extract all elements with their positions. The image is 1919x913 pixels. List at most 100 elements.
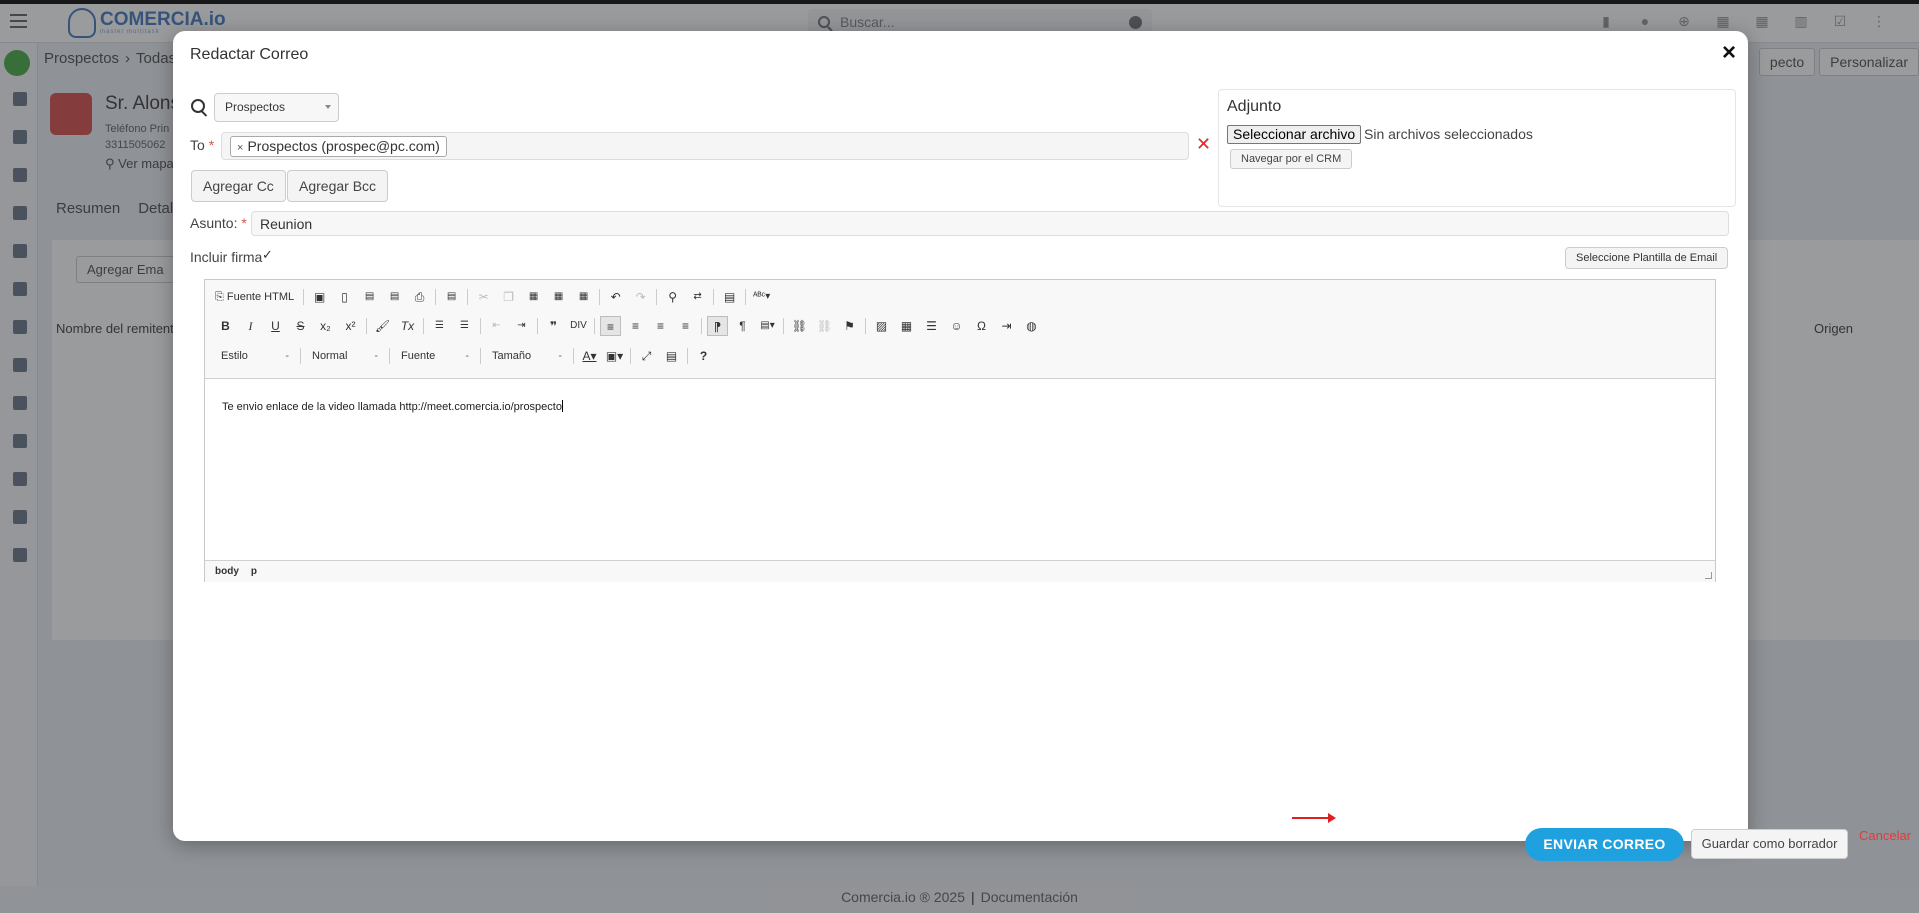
horizontal-line-icon[interactable]: ☰: [921, 316, 942, 336]
paste-word-icon[interactable]: ▦: [573, 287, 594, 307]
outdent-icon[interactable]: ⇤: [486, 316, 507, 336]
search-icon[interactable]: [191, 99, 205, 113]
table-icon[interactable]: ▦: [896, 316, 917, 336]
modal-title: Redactar Correo: [190, 46, 309, 63]
chevron-down-icon: [325, 105, 331, 109]
toolbar-separator: [573, 348, 574, 364]
copy-format-icon[interactable]: 🖌: [372, 316, 393, 336]
subject-label: Asunto: *: [190, 215, 247, 231]
help-icon[interactable]: ?: [693, 346, 714, 366]
attachment-title: Adjunto: [1227, 98, 1282, 115]
link-icon[interactable]: ⛓: [789, 316, 810, 336]
add-bcc-button[interactable]: Agregar Bcc: [287, 170, 389, 202]
spellcheck-icon[interactable]: ᴬᴮᶜ▾: [751, 287, 772, 307]
remove-recipient-icon[interactable]: ×: [237, 142, 243, 154]
language-icon[interactable]: ▤▾: [757, 316, 778, 336]
underline-icon[interactable]: U: [265, 316, 286, 336]
required-mark: *: [208, 137, 215, 153]
align-right-icon[interactable]: ≡: [650, 316, 671, 336]
rich-text-editor: ⎘ Fuente HTML ▣ ▯ ▤ ▤ ⎙ ▤ ✂ ❐ ▦ ▦ ▦ ↶ ↷ …: [204, 279, 1716, 582]
numbered-list-icon[interactable]: ☰: [429, 316, 450, 336]
templates-icon[interactable]: ▤: [441, 287, 462, 307]
browse-crm-button[interactable]: Navegar por el CRM: [1230, 149, 1353, 169]
parent-type-select[interactable]: Prospectos: [214, 93, 339, 122]
path-item-body[interactable]: body: [215, 566, 239, 577]
page-break-icon[interactable]: ⇥: [996, 316, 1017, 336]
toolbar-separator: [687, 348, 688, 364]
replace-icon[interactable]: ⇄: [687, 287, 708, 307]
source-html-label: Fuente HTML: [226, 290, 295, 303]
new-page-icon[interactable]: ▯: [334, 287, 355, 307]
resize-handle-icon[interactable]: [1705, 572, 1712, 579]
indent-icon[interactable]: ⇥: [511, 316, 532, 336]
strikethrough-icon[interactable]: S: [290, 316, 311, 336]
style-combo[interactable]: Estilo: [215, 346, 293, 366]
text-direction-ltr-icon[interactable]: ⁋: [707, 316, 728, 336]
path-item-p[interactable]: p: [251, 566, 257, 577]
size-combo[interactable]: Tamaño: [486, 346, 566, 366]
align-justify-icon[interactable]: ≡: [675, 316, 696, 336]
source-html-button[interactable]: ⎘ Fuente HTML: [215, 291, 294, 304]
copy-icon[interactable]: ❐: [498, 287, 519, 307]
italic-icon[interactable]: I: [240, 316, 261, 336]
text-direction-rtl-icon[interactable]: ¶: [732, 316, 753, 336]
create-div-icon[interactable]: DIV: [568, 316, 589, 336]
toolbar-row-2: B I U S x₂ x² 🖌 Tx ☰ ☰ ⇤ ⇥ ❞ DIV ≡ ≡ ≡ ≡…: [215, 315, 1046, 337]
editor-content-area[interactable]: Te envio enlace de la video llamada http…: [205, 380, 1715, 560]
source-html-icon: ⎘: [215, 290, 227, 303]
text-color-icon[interactable]: A▾: [579, 346, 600, 366]
toolbar-row-1: ⎘ Fuente HTML ▣ ▯ ▤ ▤ ⎙ ▤ ✂ ❐ ▦ ▦ ▦ ↶ ↷ …: [215, 286, 776, 308]
add-cc-button[interactable]: Agregar Cc: [191, 170, 286, 202]
editor-toolbar: ⎘ Fuente HTML ▣ ▯ ▤ ▤ ⎙ ▤ ✂ ❐ ▦ ▦ ▦ ↶ ↷ …: [205, 280, 1715, 379]
parent-type-value: Prospectos: [225, 100, 286, 114]
align-left-icon[interactable]: ≡: [600, 316, 621, 336]
find-icon[interactable]: ⚲: [662, 287, 683, 307]
toolbar-separator: [713, 289, 715, 305]
toolbar-separator: [303, 289, 305, 305]
anchor-flag-icon[interactable]: ⚑: [839, 316, 860, 336]
bulleted-list-icon[interactable]: ☰: [454, 316, 475, 336]
include-signature-checkbox[interactable]: ✓: [262, 247, 273, 263]
iframe-globe-icon[interactable]: ◍: [1021, 316, 1042, 336]
select-all-icon[interactable]: ▤: [719, 287, 740, 307]
compose-email-modal: Redactar Correo × Prospectos To * × Prosp…: [173, 31, 1911, 861]
preview-icon[interactable]: ▤: [384, 287, 405, 307]
bold-icon[interactable]: B: [215, 316, 236, 336]
cancel-link[interactable]: Cancelar: [1859, 828, 1911, 843]
toolbar-separator: [537, 318, 538, 334]
toolbar-row-3: Estilo Normal Fuente Tamaño A▾ ▣▾ ⤢ ▤ ?: [215, 345, 718, 367]
email-body-text: Te envio enlace de la video llamada http…: [222, 401, 562, 413]
cut-icon[interactable]: ✂: [473, 287, 494, 307]
align-center-icon[interactable]: ≡: [625, 316, 646, 336]
font-combo[interactable]: Fuente: [395, 346, 473, 366]
choose-file-button[interactable]: Seleccionar archivo: [1227, 125, 1362, 144]
maximize-icon[interactable]: ⤢: [636, 346, 657, 366]
close-icon[interactable]: ×: [1722, 41, 1736, 65]
toolbar-separator: [366, 318, 367, 334]
select-template-button[interactable]: Seleccione Plantilla de Email: [1565, 247, 1729, 269]
clear-recipients-icon[interactable]: ✕: [1196, 135, 1211, 153]
smiley-icon[interactable]: ☺: [946, 316, 967, 336]
format-combo[interactable]: Normal: [306, 346, 382, 366]
send-email-button[interactable]: ENVIAR CORREO: [1525, 828, 1684, 861]
paste-icon[interactable]: ▦: [523, 287, 544, 307]
remove-format-icon[interactable]: Tx: [397, 316, 418, 336]
superscript-icon[interactable]: x²: [340, 316, 361, 336]
special-char-icon[interactable]: Ω: [971, 316, 992, 336]
undo-icon[interactable]: ↶: [605, 287, 626, 307]
toolbar-separator: [701, 318, 702, 334]
unlink-icon[interactable]: ⛓: [814, 316, 835, 336]
paste-text-icon[interactable]: ▦: [548, 287, 569, 307]
to-recipients-field[interactable]: × Prospectos (prospec@pc.com): [221, 132, 1189, 160]
show-blocks-icon[interactable]: ▤: [661, 346, 682, 366]
background-color-icon[interactable]: ▣▾: [604, 346, 625, 366]
redo-icon[interactable]: ↷: [630, 287, 651, 307]
print-icon[interactable]: ⎙: [409, 287, 430, 307]
export-pdf-icon[interactable]: ▤: [359, 287, 380, 307]
save-icon[interactable]: ▣: [309, 287, 330, 307]
subscript-icon[interactable]: x₂: [315, 316, 336, 336]
save-draft-button[interactable]: Guardar como borrador: [1691, 829, 1848, 859]
image-icon[interactable]: ▨: [871, 316, 892, 336]
blockquote-icon[interactable]: ❞: [543, 316, 564, 336]
subject-input[interactable]: Reunion: [251, 211, 1729, 236]
